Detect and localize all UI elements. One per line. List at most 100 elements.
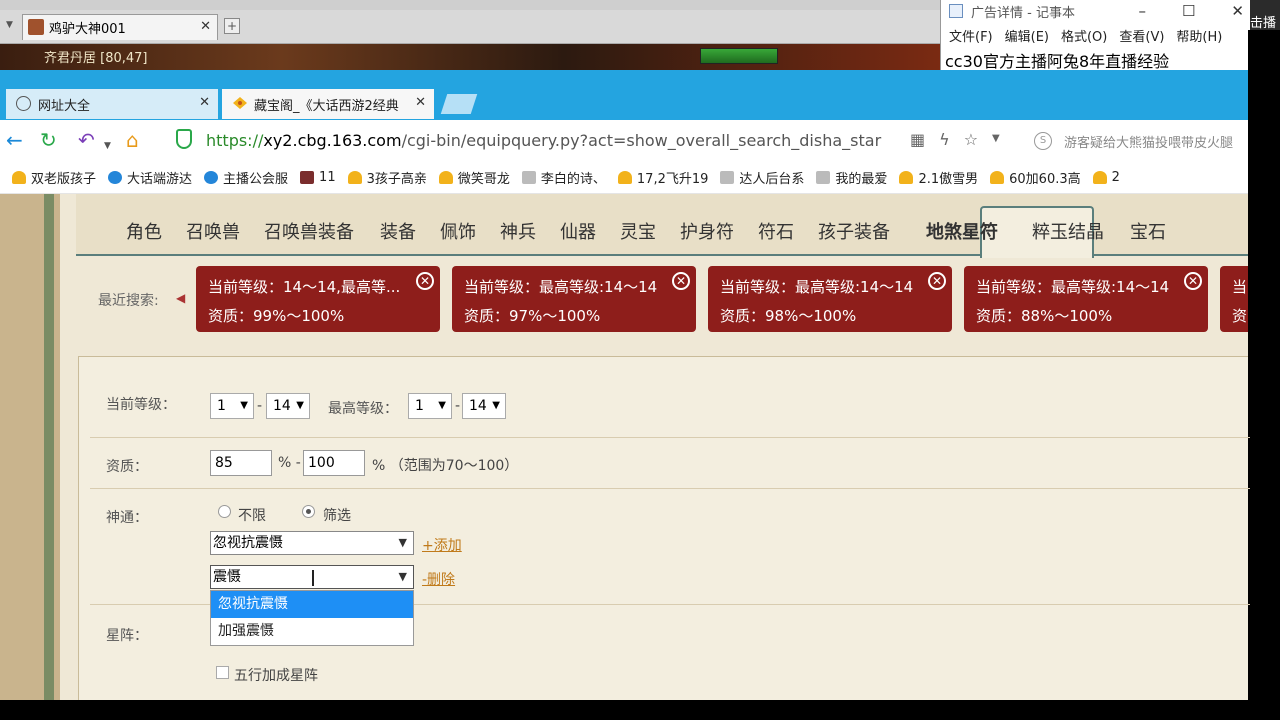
- skill-dropdown-list: 忽视抗震慑 加强震慑: [210, 590, 414, 646]
- close-icon[interactable]: ✕: [672, 272, 690, 290]
- tab-gem[interactable]: 宝石: [1130, 218, 1166, 244]
- menu-view[interactable]: 查看(V): [1119, 26, 1164, 45]
- left-decoration: [0, 194, 60, 700]
- close-icon[interactable]: ✕: [1184, 272, 1202, 290]
- radio-filter[interactable]: [302, 505, 315, 518]
- tab-pet[interactable]: 召唤兽: [186, 218, 240, 244]
- bookmark-label: 3孩子高亲: [366, 172, 427, 187]
- close-icon[interactable]: ✕: [415, 95, 426, 110]
- radio-unlimited[interactable]: [218, 505, 231, 518]
- bookmark-label: 微笑哥龙: [457, 172, 510, 187]
- quality-max-input[interactable]: 100: [303, 450, 365, 476]
- bookmark-item[interactable]: 达人后台系: [720, 168, 804, 187]
- tab-amulet[interactable]: 护身符: [680, 218, 734, 244]
- search-engine-icon[interactable]: S: [1034, 132, 1052, 150]
- grid-icon[interactable]: ▦: [910, 130, 925, 149]
- quality-min-input[interactable]: 85: [210, 450, 272, 476]
- lightning-icon[interactable]: ϟ: [939, 130, 950, 149]
- recent-search-card[interactable]: 当前等级：最高等级:14～14 资质：98%～100% ✕: [708, 266, 952, 332]
- bookmark-item[interactable]: 双老版孩子: [12, 168, 96, 187]
- close-icon[interactable]: ✕: [199, 95, 210, 110]
- address-bar[interactable]: https://xy2.cbg.163.com/cgi-bin/equipque…: [206, 131, 881, 150]
- bookmark-item[interactable]: 60加60.3高: [990, 168, 1081, 187]
- remove-skill-link[interactable]: -删除: [422, 569, 455, 589]
- text-cursor-icon: [312, 570, 314, 586]
- menu-help[interactable]: 帮助(H): [1176, 26, 1222, 45]
- tab-rune[interactable]: 符石: [758, 218, 794, 244]
- bookmark-item[interactable]: 主播公会服: [204, 168, 288, 187]
- tab-artifact[interactable]: 仙器: [560, 218, 596, 244]
- chevron-down-icon[interactable]: ▼: [6, 20, 13, 30]
- bookmark-item[interactable]: 大话端游达: [108, 168, 192, 187]
- caret-left-icon[interactable]: ◀: [176, 291, 185, 305]
- close-icon[interactable]: ✕: [200, 19, 211, 34]
- max-level-max-select[interactable]: 14 ▼: [462, 393, 506, 419]
- dropdown-option[interactable]: 加强震慑: [211, 618, 413, 645]
- tab-crystal[interactable]: 粹玉结晶: [1032, 218, 1104, 244]
- game-client-tabbar: ▼ 鸡驴大神001 ✕ +: [0, 0, 940, 44]
- notepad-text[interactable]: cc30官方主播阿兔8年直播经验: [941, 48, 1250, 72]
- tab-disha-star[interactable]: 地煞星符: [926, 218, 998, 244]
- tab-home[interactable]: 网址大全 ✕: [6, 89, 218, 119]
- recent-line2: 资质：97%～100%: [464, 307, 601, 325]
- back-arrow-icon[interactable]: ←: [6, 130, 23, 150]
- close-icon[interactable]: ✕: [928, 272, 946, 290]
- star-array-label: 星阵：: [106, 628, 148, 644]
- recent-search-card[interactable]: 当前等级：最高等级:14～14 资质：88%～100% ✕: [964, 266, 1208, 332]
- search-input[interactable]: 游客疑给大熊猫投喂带皮火腿: [1064, 132, 1233, 151]
- game-tab[interactable]: 鸡驴大神001 ✕: [22, 14, 218, 40]
- menu-file[interactable]: 文件(F): [949, 26, 993, 45]
- tab-lingbao[interactable]: 灵宝: [620, 218, 656, 244]
- refresh-icon[interactable]: ↻: [40, 130, 57, 150]
- new-tab-button[interactable]: [440, 94, 478, 114]
- bookmark-label: 我的最爱: [835, 172, 888, 187]
- bookmark-item[interactable]: 我的最爱: [816, 168, 887, 187]
- recent-line1: 当: [1232, 278, 1248, 296]
- current-level-min-select[interactable]: 1 ▼: [210, 393, 254, 419]
- max-level-min-select[interactable]: 1 ▼: [408, 393, 452, 419]
- bookmark-item[interactable]: 李白的诗、: [521, 168, 606, 187]
- bookmark-item[interactable]: 2: [1092, 170, 1120, 185]
- bookmark-icon: [1092, 171, 1107, 184]
- recent-search-card[interactable]: 当 资: [1220, 266, 1248, 332]
- tab-weapon[interactable]: 神兵: [500, 218, 536, 244]
- five-elements-checkbox[interactable]: [216, 666, 229, 679]
- notepad-window: 广告详情 - 记事本 – ☐ ✕ 文件(F) 编辑(E) 格式(O) 查看(V)…: [940, 0, 1250, 72]
- maximize-button[interactable]: ☐: [1182, 2, 1195, 20]
- bookmark-item[interactable]: 微笑哥龙: [438, 168, 510, 187]
- page-content: 角色 召唤兽 召唤兽装备 装备 佩饰 神兵 仙器 灵宝 护身符 符石 孩子装备 …: [0, 194, 1248, 700]
- close-button[interactable]: ✕: [1231, 2, 1244, 20]
- menu-edit[interactable]: 编辑(E): [1005, 26, 1049, 45]
- chevron-down-icon[interactable]: ▼: [992, 130, 1000, 149]
- bookmark-item[interactable]: 3孩子高亲: [347, 168, 427, 187]
- skill-select-1[interactable]: 忽视抗震慑 ▼: [210, 531, 414, 555]
- tab-accessory[interactable]: 佩饰: [440, 218, 476, 244]
- menu-format[interactable]: 格式(O): [1061, 26, 1107, 45]
- bookmark-icon: [899, 171, 914, 184]
- minimize-button[interactable]: –: [1138, 2, 1146, 20]
- dropdown-option[interactable]: 忽视抗震慑: [211, 591, 413, 618]
- chevron-down-icon[interactable]: ▼: [104, 136, 111, 156]
- tab-cbg[interactable]: 藏宝阁_《大话西游2经典 ✕: [222, 89, 434, 119]
- bookmark-icon: [816, 171, 831, 184]
- home-icon[interactable]: ⌂: [126, 130, 139, 150]
- star-icon[interactable]: ☆: [964, 130, 978, 149]
- tab-role[interactable]: 角色: [126, 218, 162, 244]
- bookmark-item[interactable]: 17,2飞升19: [617, 168, 708, 187]
- recent-search-card[interactable]: 当前等级：最高等级:14～14 资质：97%～100% ✕: [452, 266, 696, 332]
- bookmark-item[interactable]: 2.1傲雪男: [899, 168, 978, 187]
- add-skill-link[interactable]: +添加: [422, 535, 462, 555]
- add-tab-button[interactable]: +: [224, 18, 240, 34]
- recent-search-card[interactable]: 当前等级：14～14,最高等... 资质：99%～100% ✕: [196, 266, 440, 332]
- undo-icon[interactable]: ↶: [78, 130, 95, 150]
- bookmark-label: 2.1傲雪男: [918, 172, 979, 187]
- tab-equip[interactable]: 装备: [380, 218, 416, 244]
- tab-pet-equip[interactable]: 召唤兽装备: [264, 218, 354, 244]
- browser-window: 网址大全 ✕ 藏宝阁_《大话西游2经典 ✕ ← ↻ ↶ ▼ ⌂ https://…: [0, 70, 1248, 700]
- bookmark-item[interactable]: 11: [300, 170, 336, 185]
- close-icon[interactable]: ✕: [416, 272, 434, 290]
- current-level-max-select[interactable]: 14 ▼: [266, 393, 310, 419]
- tab-child-equip[interactable]: 孩子装备: [818, 218, 890, 244]
- caret-down-icon: ▼: [438, 400, 446, 411]
- bookmark-icon: [108, 171, 123, 184]
